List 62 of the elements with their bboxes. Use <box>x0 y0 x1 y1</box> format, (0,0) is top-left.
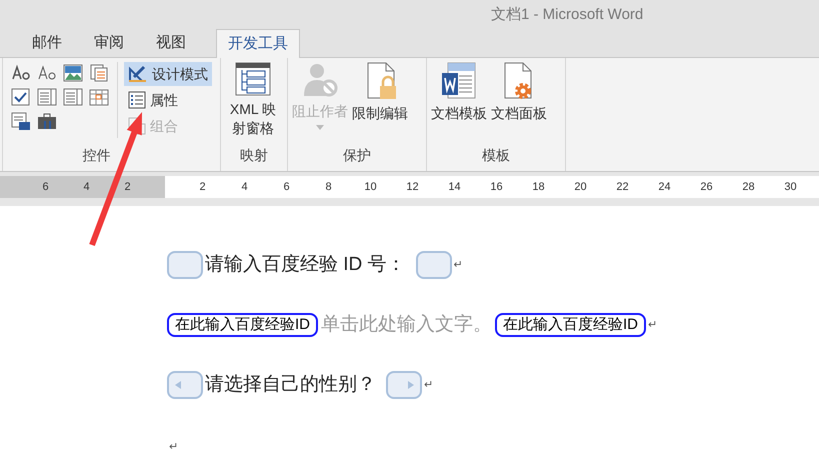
paragraph-mark: ↵ <box>648 318 657 333</box>
table-tree-icon <box>235 62 271 96</box>
ruler-number: 12 <box>405 180 420 195</box>
content-control-tag: 在此输入百度经验ID <box>167 313 318 337</box>
window-title: 文档1 - Microsoft Word <box>491 4 644 25</box>
paragraph-mark: ↵ <box>454 258 463 273</box>
ruler-number: 6 <box>282 180 291 195</box>
toolbox-icon <box>37 112 59 130</box>
ribbon-button[interactable]: XML 映射窗格 <box>225 62 281 138</box>
group-label: 映射 <box>240 147 268 163</box>
ruler-number: 16 <box>489 180 504 195</box>
dropdown-arrow-icon <box>316 125 324 130</box>
person-block-icon <box>302 62 338 98</box>
text-style-icon <box>11 64 31 82</box>
combo-box-icon <box>37 88 57 106</box>
ribbon-button[interactable]: 文档面板 <box>491 62 547 123</box>
paragraph-text: 请输入百度经验 ID 号： <box>205 252 406 277</box>
paragraph-text: 请选择自己的性别？ <box>205 372 376 397</box>
checkbox-icon <box>11 88 31 106</box>
design-tag <box>416 251 452 279</box>
ruler-number: 22 <box>615 180 630 195</box>
ruler-number: 30 <box>783 180 798 195</box>
group-label: 控件 <box>82 147 110 163</box>
group-label: 保护 <box>343 147 371 163</box>
ruler-pencil-icon <box>128 65 148 83</box>
ruler-number: 20 <box>573 180 588 195</box>
document-copy-icon <box>89 64 109 82</box>
ruler-number: 28 <box>741 180 756 195</box>
ruler-number: 4 <box>82 180 91 195</box>
start-tag-icon <box>175 381 181 389</box>
ribbon-tab[interactable]: 开发工具 <box>216 29 300 58</box>
list-box-icon <box>63 88 83 106</box>
placeholder-text: 单击此处输入文字。 <box>321 312 492 337</box>
ribbon-tab[interactable]: 视图 <box>154 29 188 57</box>
paragraph-mark: ↵ <box>424 378 433 393</box>
list-icon <box>128 91 146 109</box>
ruler-number: 24 <box>657 180 672 195</box>
ruler-number: 8 <box>324 180 333 195</box>
calendar-icon <box>89 88 109 106</box>
ribbon-button[interactable]: 设计模式 <box>124 62 212 86</box>
ruler-number: 10 <box>363 180 378 195</box>
ruler-number: 26 <box>699 180 714 195</box>
word-document-icon <box>441 62 477 100</box>
group-label: 模板 <box>482 147 510 163</box>
end-tag-icon <box>408 381 414 389</box>
content-control-tag: 在此输入百度经验ID <box>495 313 646 337</box>
ruler-number: 18 <box>531 180 546 195</box>
ribbon-tab[interactable]: 审阅 <box>92 29 126 57</box>
paragraph-mark: ↵ <box>169 440 178 452</box>
ruler-number: 14 <box>447 180 462 195</box>
image-icon <box>63 64 83 82</box>
ribbon-button[interactable]: 属性 <box>124 88 212 112</box>
design-tag <box>167 251 203 279</box>
ruler-number: 2 <box>198 180 207 195</box>
ruler-number: 4 <box>240 180 249 195</box>
ribbon-tab[interactable]: 邮件 <box>30 29 64 57</box>
form-dropdown-icon <box>11 112 31 130</box>
ruler-number: 2 <box>123 180 132 195</box>
ribbon-button[interactable]: 限制编辑 <box>352 62 408 123</box>
ribbon-button[interactable]: 文档模板 <box>431 62 487 123</box>
text-style-icon <box>37 64 57 82</box>
ruler-number: 6 <box>41 180 50 195</box>
